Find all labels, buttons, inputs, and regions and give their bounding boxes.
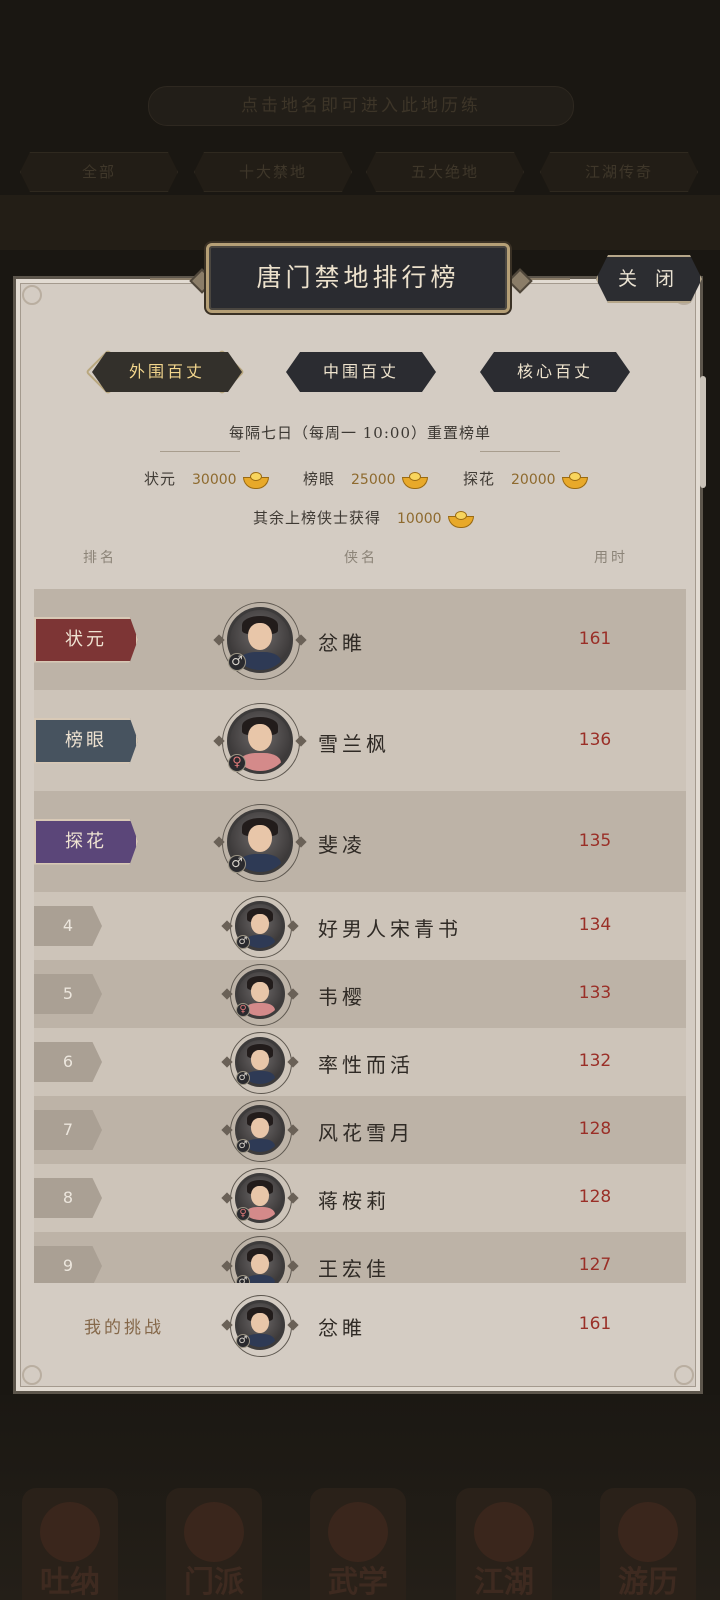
table-row[interactable]: 4 ♂ 好男人宋青书 134	[34, 892, 686, 960]
corner-ornament	[22, 1365, 42, 1385]
panel-title: 唐门禁地排行榜	[206, 243, 510, 313]
rank-number: 4	[34, 906, 102, 946]
table-row[interactable]: 6 ♂ 率性而活 132	[34, 1028, 686, 1096]
table-row[interactable]: 8 ♀ 蒋桉莉 128	[34, 1164, 686, 1232]
table-row[interactable]: 状元 ♂ 忿睢 161	[34, 589, 686, 690]
table-row[interactable]: 探花 ♂ 斐凌 135	[34, 791, 686, 892]
rank-number: 9	[34, 1246, 102, 1283]
column-header-name: 侠名	[344, 550, 378, 566]
time-value: 128	[578, 1187, 612, 1207]
gold-ingot-icon	[447, 510, 474, 528]
time-value: 128	[578, 1119, 612, 1139]
rank-badge: 状元	[34, 616, 138, 663]
gold-ingot-icon	[401, 471, 428, 489]
time-value: 132	[578, 1051, 612, 1071]
tab-core[interactable]: 核心百丈	[480, 352, 630, 392]
table-row[interactable]: 榜眼 ♀ 雪兰枫 136	[34, 690, 686, 791]
reward-third: 探花 20000	[463, 468, 588, 489]
player-name: 蒋桉莉	[318, 1189, 390, 1213]
male-icon: ♂	[236, 1275, 250, 1283]
rank-number: 6	[34, 1042, 102, 1082]
ranking-list[interactable]: 状元 ♂ 忿睢 161 榜眼 ♀ 雪兰枫 136 探花 ♂ 斐凌 135 4 ♂ 好男人宋青书 134 5 ♀ 韦樱…	[34, 589, 686, 1283]
male-icon: ♂	[236, 1334, 250, 1348]
corner-ornament	[674, 1365, 694, 1385]
rank-badge: 探花	[34, 818, 138, 865]
scrollbar[interactable]	[700, 376, 706, 488]
bg-tab-all: 全部	[20, 152, 178, 192]
male-icon: ♂	[236, 1139, 250, 1153]
player-name: 忿睢	[318, 630, 366, 655]
divider	[160, 451, 240, 452]
table-row[interactable]: 5 ♀ 韦樱 133	[34, 960, 686, 1028]
time-value: 135	[578, 830, 612, 851]
female-icon: ♀	[236, 1207, 250, 1221]
male-icon: ♂	[228, 652, 246, 671]
column-header-rank: 排名	[83, 550, 117, 566]
gold-ingot-icon	[561, 471, 588, 489]
player-name: 斐凌	[318, 832, 366, 857]
reward-second: 榜眼 25000	[303, 468, 428, 489]
bg-tab-forbidden: 十大禁地	[194, 152, 352, 192]
player-name: 风花雪月	[318, 1121, 414, 1145]
corner-ornament	[22, 285, 42, 305]
time-value: 136	[578, 729, 612, 750]
time-value: 161	[578, 628, 612, 649]
my-challenge-name: 忿睢	[318, 1316, 366, 1340]
table-row[interactable]: 9 ♂ 王宏佳 127	[34, 1232, 686, 1283]
column-header-time: 用时	[594, 550, 628, 566]
female-icon: ♀	[236, 1003, 250, 1017]
reward-others: 其余上榜侠士获得 10000	[253, 507, 474, 528]
divider	[480, 451, 560, 452]
male-icon: ♂	[236, 935, 250, 949]
bg-map-strip	[0, 195, 720, 250]
male-icon: ♂	[236, 1071, 250, 1085]
nav-travel: 游历	[600, 1488, 696, 1600]
female-icon: ♀	[228, 753, 246, 772]
rank-badge: 榜眼	[34, 717, 138, 764]
my-challenge-time: 161	[578, 1314, 612, 1334]
player-name: 韦樱	[318, 985, 366, 1009]
location-hint-bar: 点击地名即可进入此地历练	[148, 86, 574, 126]
my-challenge-label: 我的挑战	[84, 1318, 164, 1338]
rank-number: 5	[34, 974, 102, 1014]
table-row[interactable]: 7 ♂ 风花雪月 128	[34, 1096, 686, 1164]
tab-middle[interactable]: 中围百丈	[286, 352, 436, 392]
player-name: 好男人宋青书	[318, 917, 462, 941]
time-value: 133	[578, 983, 612, 1003]
nav-sect: 门派	[166, 1488, 262, 1600]
nav-martial: 武学	[310, 1488, 406, 1600]
gold-ingot-icon	[242, 471, 269, 489]
my-challenge-row: 我的挑战 ♂ 忿睢 161	[34, 1285, 686, 1365]
rank-number: 7	[34, 1110, 102, 1150]
reward-champion: 状元 30000	[144, 468, 269, 489]
tab-outer[interactable]: 外围百丈	[92, 352, 242, 392]
player-name: 率性而活	[318, 1053, 414, 1077]
reset-note: 每隔七日（每周一 10:00）重置榜单	[229, 424, 491, 442]
player-name: 雪兰枫	[318, 731, 390, 756]
close-button[interactable]: 关 闭	[596, 255, 702, 303]
nav-jianghu: 江湖	[456, 1488, 552, 1600]
nav-breathe: 吐纳	[22, 1488, 118, 1600]
player-name: 王宏佳	[318, 1257, 390, 1281]
male-icon: ♂	[228, 854, 246, 873]
time-value: 127	[578, 1255, 612, 1275]
time-value: 134	[578, 915, 612, 935]
bg-tab-deadly: 五大绝地	[366, 152, 524, 192]
bg-tab-legend: 江湖传奇	[540, 152, 698, 192]
rank-number: 8	[34, 1178, 102, 1218]
